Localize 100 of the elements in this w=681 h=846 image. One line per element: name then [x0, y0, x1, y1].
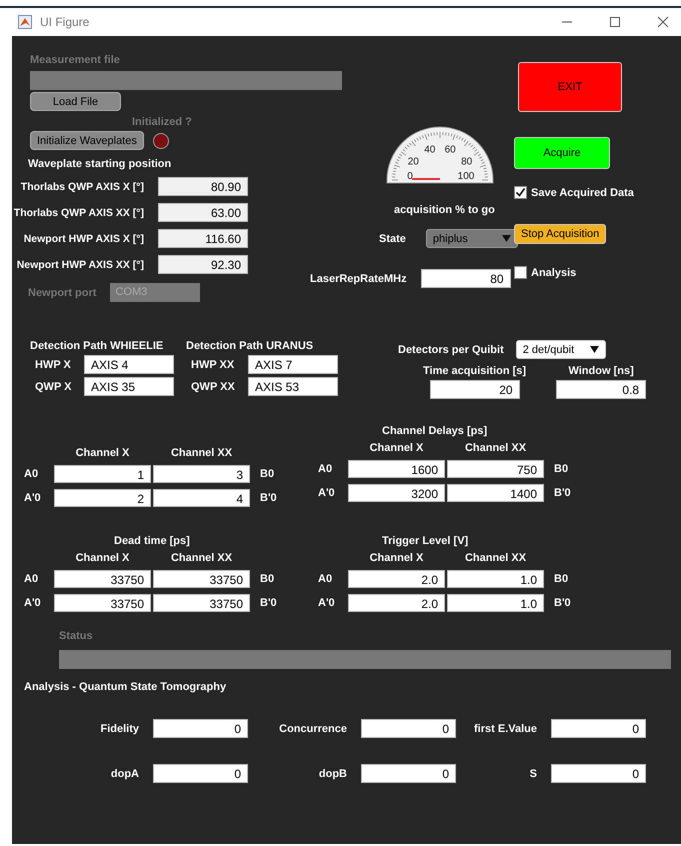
- row-label: A'0: [318, 597, 336, 609]
- column-header: Channel X: [368, 552, 424, 564]
- acquire-button[interactable]: Acquire: [514, 137, 610, 169]
- field-label: dopA: [110, 768, 139, 780]
- gauge-tick-label: 100: [458, 171, 474, 182]
- input-field[interactable]: AXIS 53: [248, 377, 338, 396]
- checkbox[interactable]: [514, 266, 527, 279]
- field-label: Thorlabs QWP AXIS XX [°]: [12, 206, 145, 218]
- row-label: B0: [553, 463, 570, 475]
- field-label: Detectors per Quibit: [398, 344, 504, 356]
- row-label: A'0: [24, 492, 42, 504]
- input-field[interactable]: 1.0: [447, 570, 544, 588]
- input-field[interactable]: 0: [551, 764, 646, 783]
- save-data-checkbox[interactable]: Save Acquired Data: [514, 186, 634, 199]
- gauge-tick-label: 0: [407, 171, 413, 182]
- row-label: B'0: [259, 597, 278, 609]
- group-title: Dead time [ps]: [114, 535, 190, 547]
- input-field[interactable]: 750: [447, 460, 544, 478]
- input-field[interactable]: 2.0: [348, 594, 445, 612]
- field-label: QWP X: [34, 380, 72, 392]
- input-field[interactable]: 80: [420, 269, 511, 288]
- exit-button[interactable]: EXIT: [518, 62, 622, 112]
- input-field[interactable]: AXIS 4: [84, 355, 174, 374]
- input-field[interactable]: AXIS 35: [84, 377, 174, 396]
- row-label: A0: [24, 468, 40, 480]
- row-label: A'0: [24, 597, 42, 609]
- input-field[interactable]: 0: [153, 719, 248, 738]
- column-header: Channel XX: [170, 552, 234, 564]
- column-header: Channel XX: [170, 447, 234, 459]
- input-field[interactable]: 4: [153, 489, 250, 507]
- section-title: Detection Path WHIEELIE: [30, 340, 164, 352]
- checkbox-label: Save Acquired Data: [531, 186, 634, 198]
- section-title: Waveplate starting position: [28, 158, 172, 170]
- row-label: B'0: [553, 597, 572, 609]
- field-label: first E.Value: [474, 722, 537, 734]
- field-label: Window [ns]: [568, 365, 634, 377]
- maximize-icon[interactable]: [609, 16, 621, 28]
- row-label: A0: [24, 573, 40, 585]
- column-header: Channel XX: [464, 442, 528, 454]
- state-dropdown[interactable]: phiplus: [426, 229, 518, 248]
- row-label: B0: [259, 573, 276, 585]
- input-field[interactable]: 0.8: [556, 380, 646, 399]
- column-header: Channel X: [368, 442, 424, 454]
- input-field[interactable]: 116.60: [158, 229, 248, 248]
- input-field[interactable]: 33750: [54, 570, 151, 588]
- input-field[interactable]: 92.30: [158, 255, 248, 274]
- field-label: Fidelity: [100, 722, 139, 734]
- check-icon: [515, 187, 526, 198]
- input-field[interactable]: 0: [361, 764, 456, 783]
- input-field[interactable]: 33750: [54, 594, 151, 612]
- stop-acquisition-button[interactable]: Stop Acquisition: [514, 224, 606, 244]
- field-label: HWP XX: [190, 358, 236, 370]
- row-label: B'0: [259, 492, 278, 504]
- input-field[interactable]: 1: [54, 465, 151, 483]
- row-label: A'0: [318, 487, 336, 499]
- close-icon[interactable]: [657, 16, 669, 28]
- caret-icon: [502, 235, 511, 242]
- input-field[interactable]: 3200: [348, 484, 445, 502]
- caret-icon: [590, 346, 599, 353]
- gauge-tick-label: 20: [408, 156, 419, 168]
- detectors-dropdown[interactable]: 2 det/qubit: [516, 340, 606, 359]
- gauge-tick-label: 40: [424, 144, 436, 156]
- field-label: Concurrence: [279, 722, 347, 734]
- input-field[interactable]: 0: [153, 764, 248, 783]
- section-title: Detection Path URANUS: [186, 340, 314, 352]
- input-field[interactable]: 2.0: [348, 570, 445, 588]
- input-field[interactable]: 1.0: [447, 594, 544, 612]
- gauge-label: acquisition % to go: [394, 204, 495, 216]
- group-title: Trigger Level [V]: [382, 535, 468, 547]
- column-header: Channel XX: [464, 552, 528, 564]
- field-label: QWP XX: [190, 380, 236, 392]
- input-field[interactable]: 3: [153, 465, 250, 483]
- input-field[interactable]: 2: [54, 489, 151, 507]
- checkbox[interactable]: [514, 186, 527, 199]
- row-label: A0: [318, 573, 334, 585]
- field-label: S: [530, 768, 537, 780]
- input-field[interactable]: AXIS 7: [248, 355, 338, 374]
- row-label: B0: [553, 573, 570, 585]
- analysis-checkbox[interactable]: Analysis: [514, 266, 576, 279]
- status-label: Status: [59, 630, 94, 642]
- input-field[interactable]: 33750: [153, 570, 250, 588]
- field-label: Newport port: [28, 286, 96, 298]
- initialize-waveplates-button[interactable]: Initialize Waveplates: [30, 131, 144, 150]
- input-field[interactable]: 20: [430, 380, 520, 399]
- input-field[interactable]: 1400: [447, 484, 544, 502]
- section-title: Analysis - Quantum State Tomography: [24, 681, 228, 693]
- input-field[interactable]: 63.00: [158, 203, 248, 222]
- input-field[interactable]: 80.90: [158, 177, 248, 196]
- field-label: LaserRepRateMHz: [310, 272, 407, 284]
- input-field[interactable]: 0: [551, 719, 646, 738]
- field-label: HWP X: [34, 358, 72, 370]
- measurement-file-label: Measurement file: [30, 54, 120, 66]
- input-field[interactable]: 33750: [153, 594, 250, 612]
- input-field[interactable]: 0: [361, 719, 456, 738]
- input-field[interactable]: 1600: [348, 460, 445, 478]
- initialized-label: Initialized ?: [132, 116, 192, 128]
- app-icon: [18, 15, 32, 29]
- row-label: A0: [318, 463, 334, 475]
- field-label: Thorlabs QWP AXIS X [°]: [20, 180, 145, 192]
- field-label: Newport HWP AXIS X [°]: [22, 232, 145, 244]
